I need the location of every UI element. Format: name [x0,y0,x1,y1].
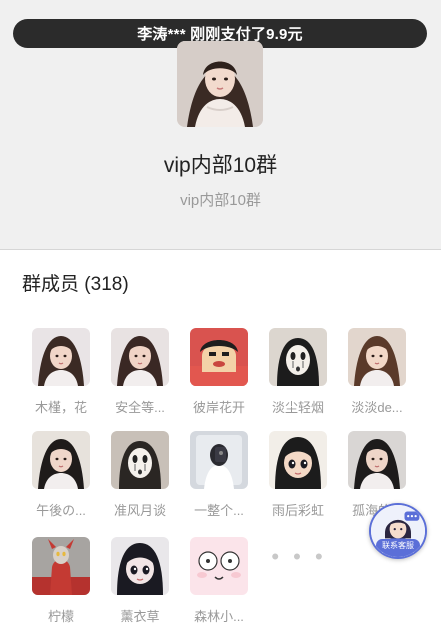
group-title: vip内部10群 [163,154,278,177]
member-avatar[interactable] [348,431,406,489]
member-avatar[interactable] [32,537,90,595]
anime-girl-avatar [111,537,169,595]
member-avatar[interactable] [111,431,169,489]
girl-avatar [348,328,406,386]
member-name: 柠檬 [47,609,74,624]
girl-avatar [32,328,90,386]
group-subtitle: vip内部10群 [180,192,261,209]
member-name: 木槿，花 [34,400,87,415]
member-name: 森林小... [194,609,244,624]
member-name: 淡尘轻烟 [271,400,324,415]
cartoon-face-avatar [190,537,248,595]
member-item[interactable]: 淡淡de... [339,328,415,418]
member-name: 安全等... [115,400,165,415]
customer-service-button[interactable]: 联系客服 [369,503,427,559]
member-avatar[interactable] [190,431,248,489]
member-item[interactable]: 彼岸花开 [181,328,257,418]
member-avatar[interactable] [269,328,327,386]
member-avatar[interactable] [348,328,406,386]
ghost-mask-avatar [269,328,327,386]
member-name: 准风月谈 [113,503,166,518]
mirror-selfie-avatar [190,431,248,489]
member-item[interactable]: 一整个... [181,431,257,521]
member-item[interactable]: 森林小... [181,537,257,627]
member-avatar[interactable] [190,537,248,595]
member-item[interactable]: 柠檬 [23,537,99,627]
member-name: 彼岸花开 [192,400,245,415]
member-avatar[interactable] [190,328,248,386]
girl-avatar [111,328,169,386]
members-label: 群成员 [22,274,80,295]
girl-avatar [32,431,90,489]
member-avatar[interactable] [111,328,169,386]
more-members-button[interactable]: • • • [270,528,328,586]
hero-figure-avatar [32,537,90,595]
members-count: (318) [84,274,129,295]
member-item[interactable]: 午後の... [23,431,99,521]
member-item[interactable]: 安全等... [102,328,178,418]
member-item[interactable]: 淡尘轻烟 [260,328,336,418]
member-avatar[interactable] [111,537,169,595]
customer-service-label: 联系客服 [376,539,420,552]
girl-avatar [348,431,406,489]
ghost-mask-avatar [111,431,169,489]
member-name: 午後の... [36,503,86,518]
members-section-title: 群成员 (318) [22,269,129,296]
member-avatar[interactable] [32,431,90,489]
member-name: 淡淡de... [351,400,403,415]
member-name: 薰衣草 [120,609,160,624]
cartoon-avatar [190,328,248,386]
member-name: 一整个... [194,503,244,518]
group-header: 李涛*** 刚刚支付了9.9元 vip内部10群 vip内部10群 [0,0,441,250]
member-item[interactable]: 准风月谈 [102,431,178,521]
anime-girl-avatar [269,431,327,489]
member-item[interactable]: 薰衣草 [102,537,178,627]
group-avatar[interactable] [177,41,263,127]
member-avatar[interactable] [269,431,327,489]
group-avatar-photo [177,41,263,127]
member-item[interactable]: 木槿，花 [23,328,99,418]
member-item[interactable]: 雨后彩虹 [260,431,336,521]
member-avatar[interactable] [32,328,90,386]
member-name: 雨后彩虹 [271,503,324,518]
